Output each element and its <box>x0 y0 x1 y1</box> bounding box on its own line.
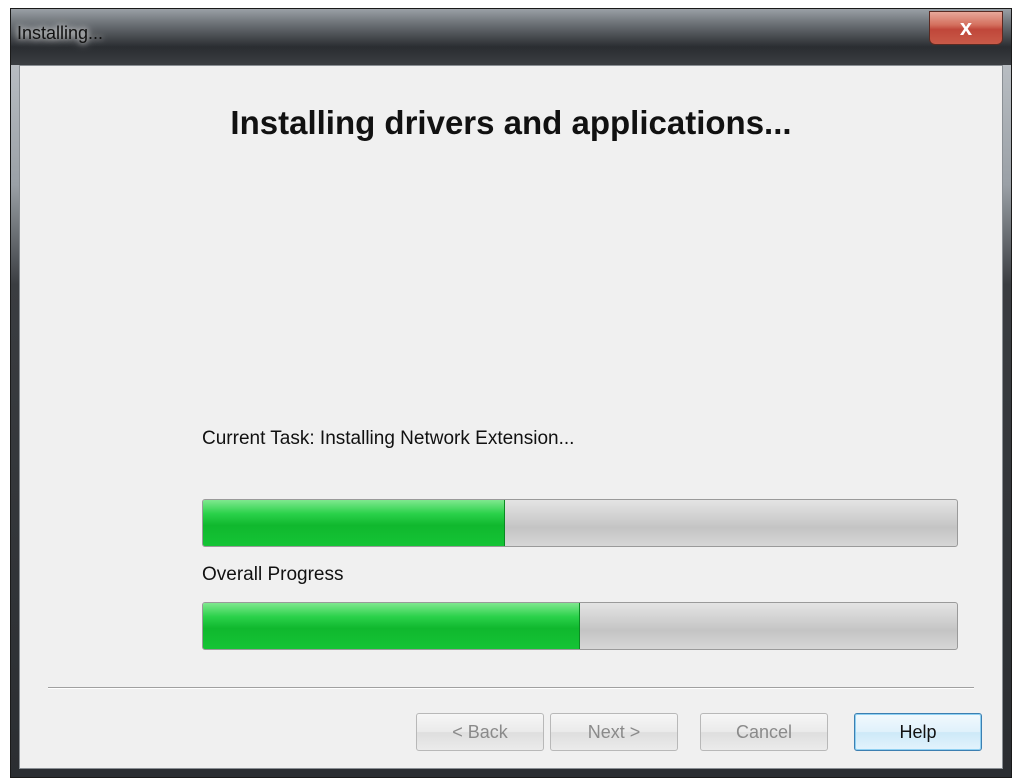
back-button[interactable]: < Back <box>416 713 544 751</box>
title-bar[interactable]: Installing... x <box>11 9 1011 65</box>
overall-progress-bar <box>202 602 958 650</box>
installer-window: Installing... x Installing drivers and a… <box>10 8 1012 778</box>
window-title: Installing... <box>17 23 104 43</box>
next-button[interactable]: Next > <box>550 713 678 751</box>
help-button[interactable]: Help <box>854 713 982 751</box>
close-button[interactable]: x <box>929 11 1003 45</box>
dialog-content: Installing drivers and applications... C… <box>19 65 1003 769</box>
close-icon: x <box>959 15 973 40</box>
current-task-progress-fill <box>203 500 505 546</box>
window-frame-bottom <box>11 769 1011 777</box>
current-task-label: Current Task: Installing Network Extensi… <box>202 428 575 449</box>
window-frame-left <box>11 65 19 777</box>
window-frame-right <box>1003 65 1011 777</box>
overall-progress-fill <box>203 603 580 649</box>
divider <box>48 687 974 689</box>
current-task-progress-bar <box>202 499 958 547</box>
cancel-button[interactable]: Cancel <box>700 713 828 751</box>
page-title: Installing drivers and applications... <box>230 104 792 141</box>
overall-progress-label: Overall Progress <box>202 564 344 585</box>
